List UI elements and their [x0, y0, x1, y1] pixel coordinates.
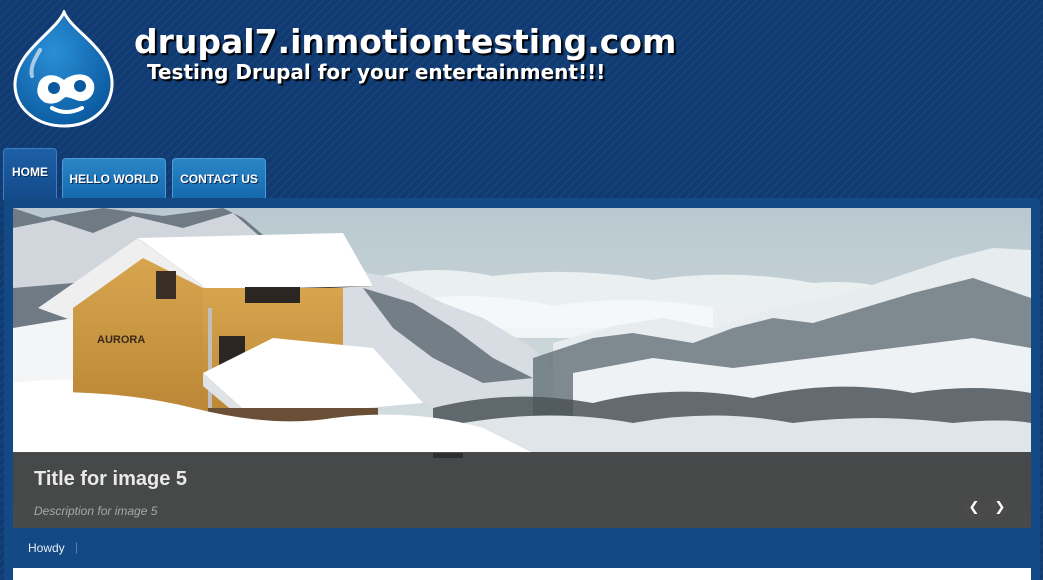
link-separator: | — [75, 540, 79, 554]
slide-caption: Title for image 5 Description for image … — [13, 452, 1031, 528]
tab-contact-us[interactable]: CONTACT US — [172, 158, 266, 198]
howdy-link[interactable]: Howdy — [28, 541, 65, 555]
tab-home[interactable]: HOME — [3, 148, 57, 200]
slide-description: Description for image 5 — [34, 504, 158, 518]
drupal-logo-icon[interactable] — [10, 10, 118, 128]
content-area — [13, 568, 1031, 580]
footer-links: Howdy | — [13, 528, 1031, 568]
site-slogan: Testing Drupal for your entertainment!!! — [147, 60, 606, 84]
site-name[interactable]: drupal7.inmotiontesting.com — [134, 22, 676, 61]
main-menu: HOME HELLO WORLD CONTACT US — [0, 148, 1043, 200]
slide-title: Title for image 5 — [34, 468, 188, 490]
sign-aurora: AURORA — [97, 334, 145, 346]
site-header: drupal7.inmotiontesting.com Testing Drup… — [0, 0, 1043, 148]
slideshow: AURORA Title for image 5 Description for… — [13, 208, 1031, 528]
tab-hello-world[interactable]: HELLO WORLD — [62, 158, 166, 198]
chevron-left-icon[interactable]: ❮ — [963, 497, 985, 519]
chevron-right-icon[interactable]: ❯ — [989, 497, 1011, 519]
